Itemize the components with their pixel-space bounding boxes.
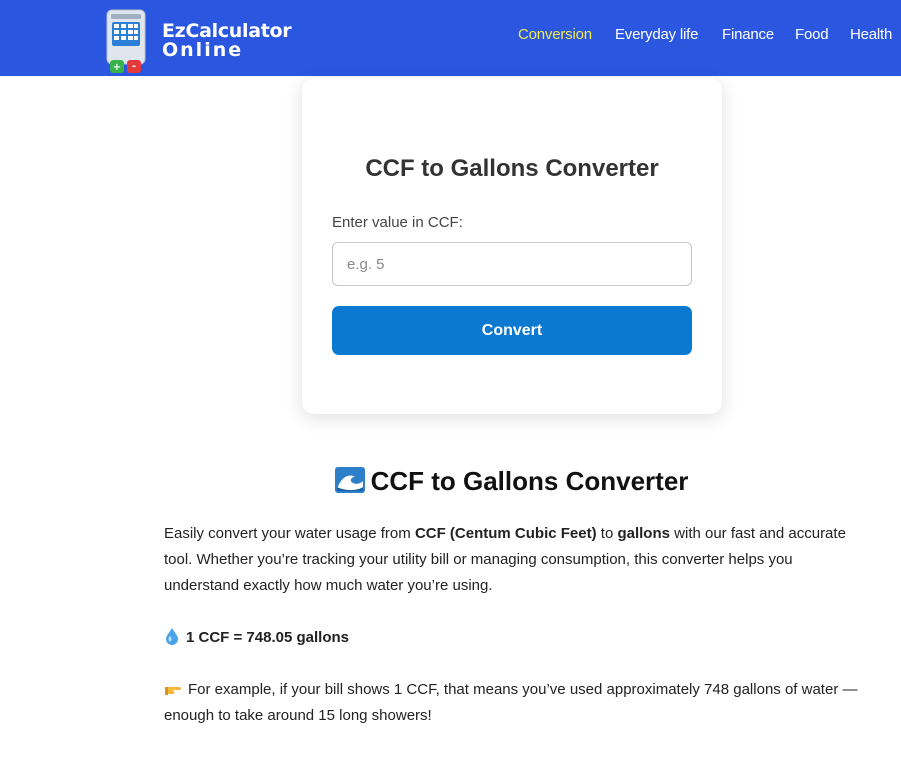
nav-food[interactable]: Food [795,26,829,43]
article-title-text: CCF to Gallons Converter [370,466,689,496]
conversion-fact-text: 1 CCF = 748.05 gallons [186,629,349,646]
site-header: + - EzCalculator Online Conversion Every… [0,0,901,76]
pointing-hand-icon [165,687,181,695]
article-intro: Easily convert your water usage from CCF… [164,521,864,599]
intro-bold-ccf: CCF (Centum Cubic Feet) [414,525,597,542]
intro-text-2: to [596,525,618,542]
svg-text:-: - [132,61,136,72]
converter-card: CCF to Gallons Converter Enter value in … [302,78,722,414]
intro-text-1: Easily convert your water usage from [164,525,415,542]
nav-finance[interactable]: Finance [722,26,774,43]
droplet-icon [166,628,178,645]
wave-icon [334,467,365,493]
convert-button[interactable]: Convert [332,306,692,355]
main-nav: Conversion Everyday life Finance Food He… [0,26,901,48]
nav-health[interactable]: Health [850,26,892,43]
conversion-fact: 1 CCF = 748.05 gallons [164,625,864,651]
ccf-input[interactable] [332,242,692,286]
article-title: CCF to Gallons Converter [61,466,901,497]
nav-everyday-life[interactable]: Everyday life [615,26,698,43]
example-text: For example, if your bill shows 1 CCF, t… [164,681,858,724]
intro-bold-gallons: gallons [617,525,670,542]
example-paragraph: For example, if your bill shows 1 CCF, t… [164,677,864,729]
converter-title: CCF to Gallons Converter [365,155,659,182]
ccf-input-label: Enter value in CCF: [332,214,463,231]
nav-conversion[interactable]: Conversion [518,26,592,43]
svg-text:+: + [113,62,121,73]
